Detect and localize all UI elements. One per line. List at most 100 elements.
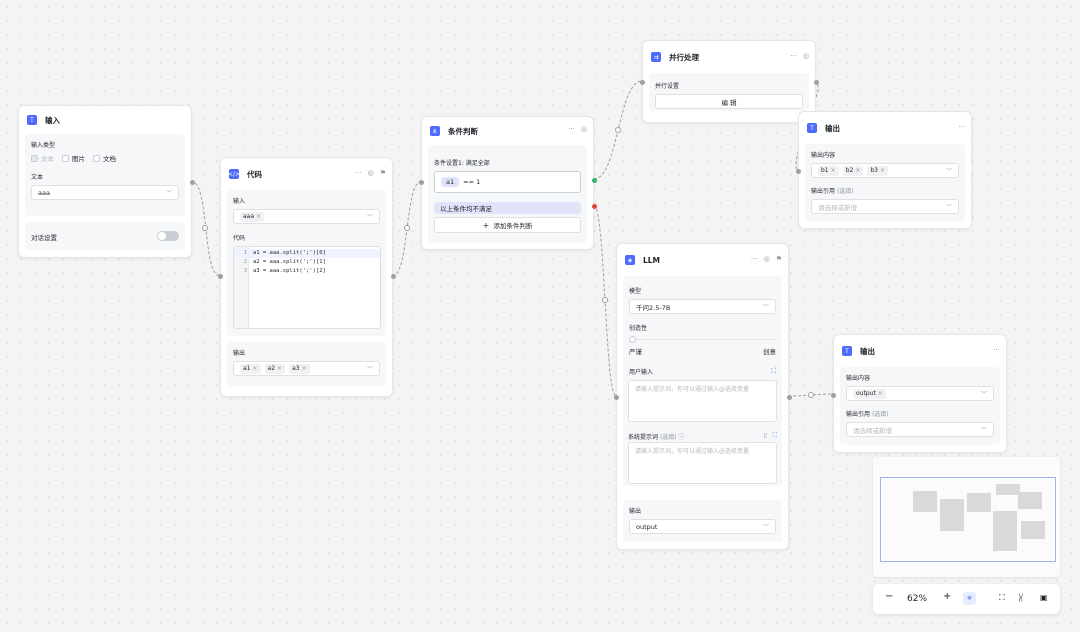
text-select-value: aaa: [38, 188, 50, 197]
else-branch[interactable]: 以上条件均不满足: [434, 202, 581, 214]
locate-icon[interactable]: ⌖: [963, 592, 976, 605]
node-actions: ··· ◎: [790, 52, 809, 60]
node-actions: ···: [993, 346, 1000, 354]
output-port[interactable]: [814, 80, 819, 85]
expand-icon[interactable]: ⛶: [773, 432, 777, 439]
input-select[interactable]: aaa × ﹀: [233, 209, 380, 224]
output-select[interactable]: a1 × a2 × a3 × ﹀: [233, 361, 380, 376]
run-icon[interactable]: ◎: [581, 125, 587, 133]
condition-node[interactable]: ⋔ 条件判断 ··· ◎ 条件设置1: 满足全部 a1 == 1 以上条件均不满…: [419, 116, 597, 250]
output-select[interactable]: output ﹀: [629, 519, 776, 534]
minimap[interactable]: [873, 457, 1060, 577]
node-title: 并行处理: [669, 52, 699, 62]
more-icon[interactable]: ···: [751, 255, 758, 263]
true-branch-port[interactable]: [592, 178, 597, 183]
output-section: 输出 a1 × a2 × a3 × ﹀: [227, 342, 386, 386]
flag-icon[interactable]: ⚑: [776, 255, 782, 263]
false-branch-port[interactable]: [592, 204, 597, 209]
fit-view-icon[interactable]: ⛶: [999, 593, 1005, 603]
slider-track: [629, 339, 776, 340]
more-icon[interactable]: ···: [958, 123, 965, 131]
input-port[interactable]: [419, 180, 424, 185]
output-port[interactable]: [787, 395, 792, 400]
flag-icon[interactable]: ⚑: [380, 169, 386, 177]
input-settings-section: 输入类型 文本 图片 文档 文本 aaa ﹀: [25, 134, 185, 216]
node-title: 输出: [860, 346, 875, 356]
input-port[interactable]: [831, 393, 836, 398]
dialog-settings-toggle[interactable]: [157, 231, 179, 241]
condition-1-box[interactable]: a1 == 1: [434, 171, 581, 193]
type-document-option[interactable]: 文档: [93, 153, 116, 163]
remove-icon[interactable]: ×: [831, 167, 836, 174]
variable-tag: output ×: [853, 388, 886, 399]
chevron-down-icon: ﹀: [980, 427, 987, 434]
input-port[interactable]: [218, 274, 223, 279]
condition-expression: == 1: [463, 178, 481, 186]
output-port[interactable]: [190, 180, 195, 185]
plus-icon: +: [482, 220, 490, 230]
remove-icon[interactable]: ×: [880, 167, 885, 174]
chevron-down-icon: ﹀: [945, 168, 952, 175]
output-ref-select[interactable]: 请选择或新增 ﹀: [846, 422, 994, 437]
slider-thumb[interactable]: [629, 336, 636, 343]
run-icon[interactable]: ◎: [803, 52, 809, 60]
zoom-in-button[interactable]: +: [943, 591, 951, 602]
minimap-viewport[interactable]: [880, 477, 1056, 562]
more-icon[interactable]: ···: [568, 125, 575, 133]
dialog-settings-label: 对话设置: [31, 234, 57, 242]
remove-icon[interactable]: ×: [256, 213, 261, 220]
minimap-toggle-icon[interactable]: ▣: [1040, 593, 1048, 602]
input-node[interactable]: T 输入 输入类型 文本 图片 文档 文本 aaa ﹀ 对话设置: [18, 105, 195, 258]
edge-input-code: [190, 180, 221, 277]
output-node-1[interactable]: T 输出 ··· 输出内容 b1 × b2 × b3 × ﹀ 输出引用 (选填) 请选…: [796, 111, 972, 229]
variable-tag: a1 ×: [240, 363, 261, 374]
zoom-out-button[interactable]: −: [885, 591, 893, 602]
code-line: 2 a2 = aaa.split(';')[1]: [243, 259, 326, 265]
zoom-toolbar: − 62% + ⌖ ⛶ ⩈ ▣: [873, 584, 1060, 614]
help-icon[interactable]: ⓘ: [679, 434, 685, 441]
parallel-settings-label: 并行设置: [655, 83, 680, 90]
variable-tag: a3 ×: [289, 363, 310, 374]
more-icon[interactable]: ···: [993, 346, 1000, 354]
checkbox-icon: [31, 155, 38, 162]
remove-icon[interactable]: ×: [253, 365, 258, 372]
input-port[interactable]: [614, 395, 619, 400]
condition-variable-tag: a1: [441, 177, 460, 187]
creativity-slider[interactable]: [629, 336, 776, 344]
more-icon[interactable]: ···: [355, 169, 362, 177]
remove-icon[interactable]: ×: [878, 390, 883, 397]
llm-node[interactable]: ◈ LLM ··· ◎ ⚑ 模型 千问2.5-7B ﹀ 创造性 严谨 创意 用户…: [614, 243, 792, 550]
code-node[interactable]: </> 代码 ··· ◎ ⚑ 输入 aaa × ﹀ 代码 1 a1 = aaa.sp…: [218, 157, 396, 397]
output-port[interactable]: [391, 274, 396, 279]
chevron-down-icon: ﹀: [366, 366, 373, 373]
output-content-select[interactable]: output × ﹀: [846, 386, 994, 401]
remove-icon[interactable]: ×: [277, 365, 282, 372]
edge-condition-llm: [593, 204, 617, 397]
input-port[interactable]: [640, 80, 645, 85]
remove-icon[interactable]: ×: [855, 167, 860, 174]
output-content-select[interactable]: b1 × b2 × b3 × ﹀: [811, 163, 959, 178]
input-port[interactable]: [796, 169, 801, 174]
type-text-option[interactable]: 文本: [31, 153, 54, 163]
edit-button[interactable]: 编 辑: [655, 94, 803, 109]
code-editor[interactable]: 1 a1 = aaa.split(';')[0] 2 a2 = aaa.split(…: [233, 246, 381, 329]
run-icon[interactable]: ◎: [368, 169, 374, 177]
auto-layout-icon[interactable]: ⩈: [1019, 593, 1023, 603]
user-input-field[interactable]: 请输入提示词，你可以通过输入@选择变量: [628, 380, 777, 422]
run-icon[interactable]: ◎: [764, 255, 770, 263]
expand-icon[interactable]: ⛶: [771, 367, 776, 380]
text-select[interactable]: aaa ﹀: [31, 185, 179, 200]
parallel-settings-section: 并行设置 编 辑: [649, 73, 809, 111]
parallel-node[interactable]: ⇉ 并行处理 ··· ◎ 并行设置 编 辑: [640, 40, 819, 123]
remove-icon[interactable]: ×: [302, 365, 307, 372]
type-image-option[interactable]: 图片: [62, 153, 85, 163]
document-icon[interactable]: ▯: [763, 432, 766, 439]
minimap-node: [993, 511, 1017, 551]
more-icon[interactable]: ···: [790, 52, 797, 60]
output-node-2[interactable]: T 输出 ··· 输出内容 output × ﹀ 输出引用 (选填) 请选择或新增…: [831, 334, 1007, 453]
node-actions: ··· ◎ ⚑: [355, 169, 386, 177]
model-select[interactable]: 千问2.5-7B ﹀: [629, 299, 776, 314]
add-condition-button[interactable]: + 添加条件判断: [434, 217, 581, 233]
output-ref-select[interactable]: 请选择或新增 ﹀: [811, 199, 959, 214]
system-prompt-field[interactable]: 请输入提示词，你可以通过输入@选择变量: [628, 442, 777, 484]
